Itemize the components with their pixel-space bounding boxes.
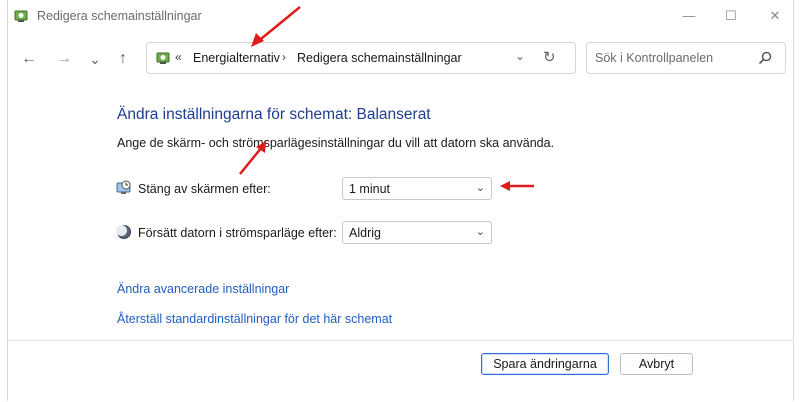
turn-off-display-select[interactable]: 1 minut ⌄ (342, 177, 492, 200)
title-bar: Redigera schemainställningar — ☐ ✕ (8, 0, 793, 33)
breadcrumb-energialternativ[interactable]: Energialternativ (193, 51, 280, 65)
search-placeholder: Sök i Kontrollpanelen (595, 51, 714, 65)
moon-sleep-icon (116, 225, 131, 239)
up-button[interactable]: ↑ (112, 48, 134, 70)
page-description: Ange de skärm- och strömsparlägesinställ… (117, 136, 555, 150)
annotation-arrow-description (239, 141, 266, 175)
page-heading: Ändra inställningarna för schemat: Balan… (117, 106, 431, 123)
breadcrumb-overflow-icon[interactable]: « (175, 50, 182, 64)
search-input[interactable]: Sök i Kontrollpanelen (586, 42, 786, 74)
minimize-button[interactable]: — (675, 6, 703, 26)
address-dropdown-icon[interactable]: ⌄ (515, 49, 525, 63)
sleep-after-value: Aldrig (349, 226, 381, 240)
refresh-icon[interactable]: ↻ (543, 48, 556, 66)
recent-locations-button[interactable]: ⌄ (84, 48, 106, 70)
cancel-button[interactable]: Avbryt (620, 353, 693, 375)
sleep-after-select[interactable]: Aldrig ⌄ (342, 221, 492, 244)
search-icon[interactable] (757, 50, 773, 66)
power-options-icon (156, 52, 170, 64)
close-button[interactable]: ✕ (761, 6, 789, 26)
edit-plan-settings-window: Redigera schemainställningar — ☐ ✕ ← → ⌄… (0, 0, 801, 402)
advanced-settings-link[interactable]: Ändra avancerade inställningar (117, 282, 289, 296)
annotation-arrow-dropdown (500, 181, 534, 191)
maximize-button[interactable]: ☐ (717, 6, 745, 26)
forward-button[interactable]: → (53, 48, 75, 70)
power-options-app-icon (14, 10, 28, 22)
chevron-down-icon: ⌄ (475, 226, 485, 238)
turn-off-display-label: Stäng av skärmen efter: (138, 182, 271, 196)
restore-defaults-link[interactable]: Återställ standardinställningar för det … (117, 312, 392, 326)
save-button[interactable]: Spara ändringarna (481, 353, 609, 375)
turn-off-display-value: 1 minut (349, 182, 390, 196)
breadcrumb-separator-icon[interactable]: › (282, 50, 286, 64)
sleep-after-label: Försätt datorn i strömsparläge efter: (138, 226, 337, 240)
display-clock-icon (116, 180, 131, 194)
window-title: Redigera schemainställningar (37, 9, 202, 23)
back-button[interactable]: ← (18, 48, 40, 70)
footer-bar: Spara ändringarna Avbryt (8, 340, 793, 402)
chevron-down-icon: ⌄ (475, 182, 485, 194)
annotation-arrow-address (251, 6, 301, 47)
window-right-border (793, 0, 794, 401)
breadcrumb-redigera-schemainstallningar[interactable]: Redigera schemainställningar (297, 51, 462, 65)
navigation-bar: ← → ⌄ ↑ « Energialternativ › Redigera sc… (8, 36, 793, 82)
address-bar[interactable]: « Energialternativ › Redigera schemainst… (146, 42, 576, 74)
